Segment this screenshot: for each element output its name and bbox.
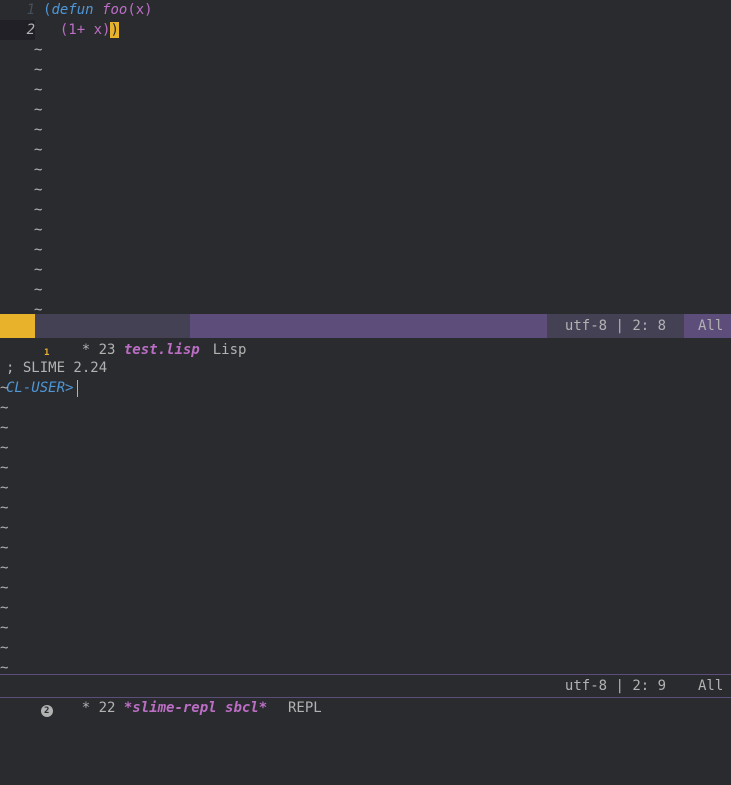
tilde-marker: ~ xyxy=(0,420,9,436)
window-number-segment[interactable]: 1 xyxy=(0,314,53,359)
empty-line: ~ xyxy=(0,200,731,220)
encoding-position: utf-8 | 2: 9 xyxy=(564,678,667,694)
tilde-marker: ~ xyxy=(0,600,9,616)
empty-line: ~ xyxy=(0,638,731,658)
matched-close-paren: ) xyxy=(110,22,119,38)
tilde-marker: ~ xyxy=(34,202,43,218)
tilde-marker: ~ xyxy=(0,540,9,556)
empty-line: ~ xyxy=(0,160,731,180)
empty-line: ~ xyxy=(0,100,731,120)
empty-line: ~ xyxy=(0,478,731,498)
empty-line: ~ xyxy=(0,438,731,458)
empty-line: ~ xyxy=(0,518,731,538)
tilde-marker: ~ xyxy=(34,302,43,314)
tilde-marker: ~ xyxy=(34,262,43,278)
buffer-state: * 22 xyxy=(81,700,116,716)
body-form: (1+ x) xyxy=(59,22,111,38)
tilde-marker: ~ xyxy=(0,480,9,496)
tilde-marker: ~ xyxy=(0,640,9,656)
tilde-marker: ~ xyxy=(34,42,43,58)
window-number-segment[interactable]: 2 xyxy=(0,675,53,717)
empty-line: ~ xyxy=(0,598,731,618)
empty-line: ~ xyxy=(0,398,731,418)
empty-line: ~ xyxy=(0,180,731,200)
tilde-marker: ~ xyxy=(34,82,43,98)
tilde-marker: ~ xyxy=(34,162,43,178)
tilde-marker: ~ xyxy=(34,282,43,298)
modeline-inactive: 2 * 22 *slime-repl sbcl* REPL utf-8 | 2: … xyxy=(0,674,731,717)
tilde-marker: ~ xyxy=(0,520,9,536)
empty-line: ~ xyxy=(0,658,731,674)
tilde-marker: ~ xyxy=(34,182,43,198)
buffer-segment: * 22 *slime-repl sbcl* REPL xyxy=(35,675,322,716)
scroll-indicator: All xyxy=(698,318,724,334)
empty-line: ~ xyxy=(0,220,731,240)
tilde-marker: ~ xyxy=(0,620,9,636)
tilde-marker: ~ xyxy=(0,380,9,396)
empty-line: ~ xyxy=(0,240,731,260)
function-name: foo xyxy=(102,2,128,18)
line-number-current: 2 xyxy=(0,20,35,40)
empty-line: ~ xyxy=(0,40,731,60)
empty-line: ~ xyxy=(0,578,731,598)
tilde-marker: ~ xyxy=(0,440,9,456)
repl-line: ; SLIME 2.24 xyxy=(0,338,731,376)
tilde-marker: ~ xyxy=(0,560,9,576)
tilde-marker: ~ xyxy=(34,122,43,138)
encoding-position: utf-8 | 2: 8 xyxy=(547,314,684,338)
empty-line: ~ xyxy=(0,618,731,638)
major-mode[interactable]: REPL xyxy=(275,697,322,719)
empty-line: ~ xyxy=(0,300,731,314)
empty-line: ~ xyxy=(0,60,731,80)
defun-keyword: defun xyxy=(51,2,94,18)
tilde-marker: ~ xyxy=(34,62,43,78)
repl-pane[interactable]: ; SLIME 2.24 CL-USER> ~ ~ ~ ~ ~ ~ ~ ~ ~ ~ ~ ~ ~ ~ ~ xyxy=(0,338,731,674)
tilde-marker: ~ xyxy=(0,500,9,516)
scroll-indicator: All xyxy=(698,678,724,694)
code-text[interactable]: (defun foo(x) xyxy=(43,0,153,20)
empty-line: ~ xyxy=(0,80,731,100)
code-text[interactable]: (1+ x)) xyxy=(43,20,119,40)
empty-line: ~ xyxy=(0,418,731,438)
buffer-segment: * 23 test.lisp Lisp xyxy=(35,314,246,358)
empty-line: ~ xyxy=(0,538,731,558)
buffer-name[interactable]: *slime-repl sbcl* xyxy=(124,700,267,716)
tilde-marker: ~ xyxy=(34,142,43,158)
empty-line: ~ xyxy=(0,378,731,398)
code-line[interactable]: 2 (1+ x)) xyxy=(0,20,731,40)
tilde-marker: ~ xyxy=(0,660,9,674)
empty-line: ~ xyxy=(0,498,731,518)
tilde-marker: ~ xyxy=(34,222,43,238)
arg-list: (x) xyxy=(127,2,153,18)
empty-line: ~ xyxy=(0,260,731,280)
code-line[interactable]: 1 (defun foo(x) xyxy=(0,0,731,20)
empty-line: ~ xyxy=(0,280,731,300)
editor-pane[interactable]: 1 (defun foo(x) 2 (1+ x)) ~ ~ ~ ~ ~ ~ ~ ~ ~ ~ ~ ~ ~ ~ xyxy=(0,0,731,314)
tilde-marker: ~ xyxy=(0,400,9,416)
tilde-marker: ~ xyxy=(34,102,43,118)
empty-line-markers: ~ ~ ~ ~ ~ ~ ~ ~ ~ ~ ~ ~ ~ ~ xyxy=(0,40,731,314)
empty-line: ~ xyxy=(0,120,731,140)
empty-line: ~ xyxy=(0,458,731,478)
repl-prompt-line[interactable]: CL-USER> xyxy=(0,358,731,397)
tilde-marker: ~ xyxy=(0,580,9,596)
line-number: 1 xyxy=(26,2,35,18)
tilde-marker: ~ xyxy=(34,242,43,258)
empty-line: ~ xyxy=(0,558,731,578)
empty-line-markers: ~ ~ ~ ~ ~ ~ ~ ~ ~ ~ ~ ~ ~ ~ ~ xyxy=(0,378,731,674)
modeline-active: 1 * 23 test.lisp Lisp utf-8 | 2: 8 All xyxy=(0,314,731,359)
tilde-marker: ~ xyxy=(0,460,9,476)
empty-line: ~ xyxy=(0,140,731,160)
